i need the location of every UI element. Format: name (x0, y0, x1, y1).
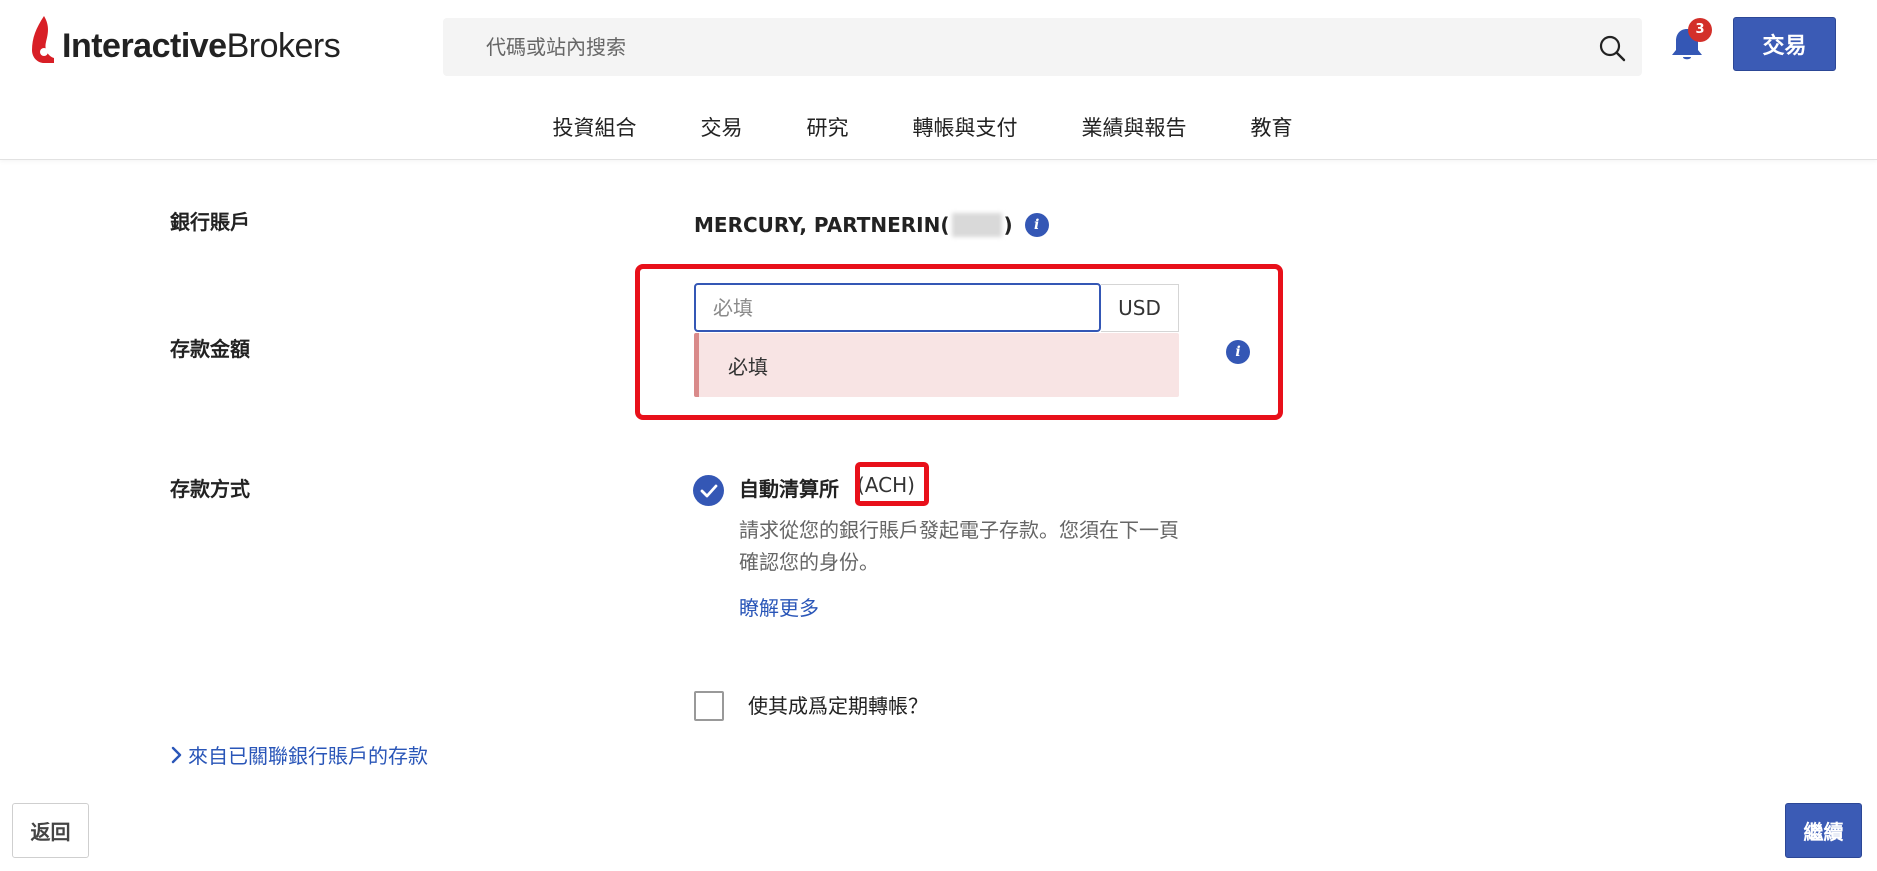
nav-research[interactable]: 研究 (807, 112, 849, 142)
deposit-method-label: 存款方式 (170, 477, 250, 501)
interactive-brokers-logo[interactable]: InteractiveBrokers (30, 14, 341, 66)
learn-more-link[interactable]: 瞭解更多 (739, 592, 819, 621)
nav-transfer-pay[interactable]: 轉帳與支付 (913, 112, 1018, 142)
deposit-amount-input[interactable] (694, 283, 1101, 332)
info-icon[interactable]: i (1024, 213, 1049, 237)
main-nav: 投資組合 交易 研究 轉帳與支付 業績與報告 教育 (0, 112, 1877, 142)
ach-option-label[interactable]: 自動清算所 (739, 473, 839, 502)
linked-accounts-link[interactable]: 來自已關聯銀行賬戶的存款 (170, 740, 428, 769)
chevron-right-icon (171, 746, 182, 763)
info-icon[interactable]: i (1226, 340, 1250, 364)
check-icon (700, 484, 717, 497)
ach-description: 請求從您的銀行賬戶發起電子存款。您須在下一頁確認您的身份。 (739, 518, 1179, 574)
back-button[interactable]: 返回 (12, 803, 89, 858)
top-header: InteractiveBrokers 3 交易 投資組合 交易 研究 轉帳與支付… (0, 0, 1877, 160)
trade-button[interactable]: 交易 (1733, 17, 1836, 71)
logo-wordmark: InteractiveBrokers (62, 27, 341, 65)
flame-logo-icon (32, 16, 54, 63)
nav-performance-reports[interactable]: 業績與報告 (1082, 112, 1187, 142)
nav-trade[interactable]: 交易 (701, 112, 743, 142)
bank-account-label: 銀行賬戶 (170, 210, 250, 234)
recurring-label[interactable]: 使其成爲定期轉帳？ (748, 690, 928, 719)
notification-badge: 3 (1688, 18, 1712, 42)
search-icon[interactable] (1598, 34, 1626, 62)
bank-account-name: MERCURY, PARTNERIN( (694, 213, 950, 237)
bank-account-name-suffix: ) (1003, 213, 1013, 237)
nav-education[interactable]: 教育 (1251, 112, 1293, 142)
masked-account-number (951, 213, 1002, 237)
required-error-message: 必填 (694, 333, 1179, 397)
ach-highlight-annotation (855, 462, 929, 506)
continue-button[interactable]: 繼續 (1785, 803, 1862, 858)
method-selected-radio[interactable] (693, 475, 724, 506)
nav-portfolio[interactable]: 投資組合 (553, 112, 637, 142)
bank-account-value: MERCURY, PARTNERIN( ) i (694, 213, 1049, 237)
currency-label: USD (1101, 284, 1179, 332)
search-bar[interactable] (443, 18, 1642, 76)
recurring-checkbox[interactable] (694, 691, 724, 721)
linked-accounts-link-text: 來自已關聯銀行賬戶的存款 (188, 744, 428, 768)
search-input[interactable] (486, 35, 1546, 59)
deposit-amount-label: 存款金額 (170, 337, 250, 361)
